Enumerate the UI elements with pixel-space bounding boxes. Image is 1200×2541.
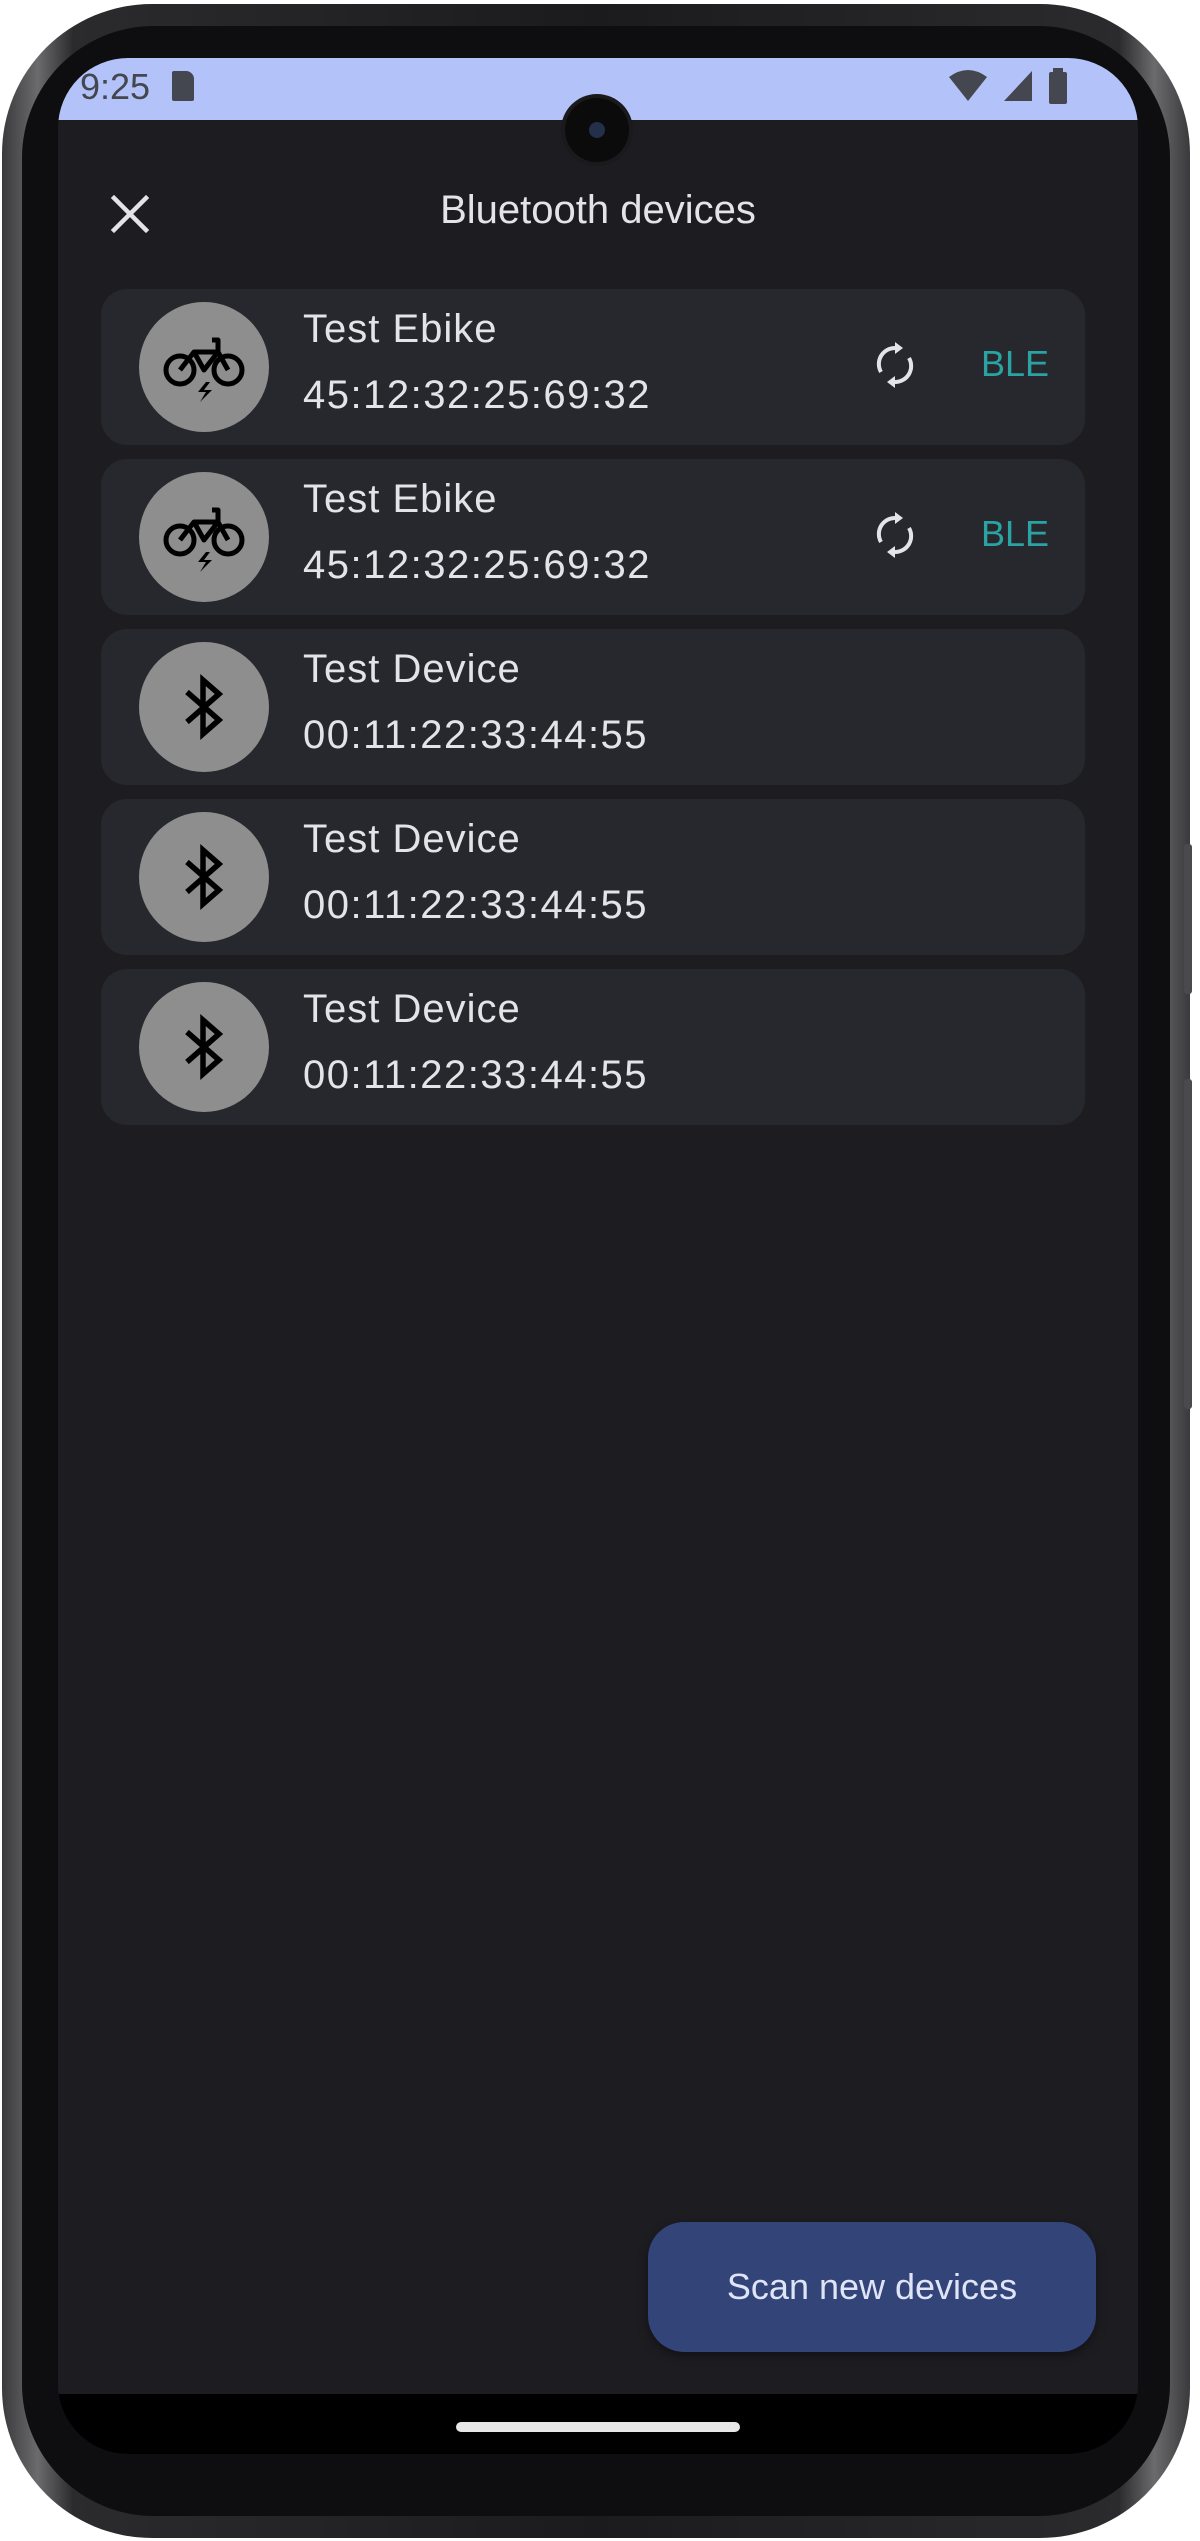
device-item[interactable]: Test Ebike 45:12:32:25:69:32 BLE bbox=[101, 289, 1085, 445]
device-avatar bbox=[139, 982, 269, 1112]
device-item[interactable]: Test Device 00:11:22:33:44:55 bbox=[101, 969, 1085, 1125]
device-list: Test Ebike 45:12:32:25:69:32 BLE Test Eb… bbox=[101, 289, 1085, 1139]
device-avatar bbox=[139, 472, 269, 602]
device-item[interactable]: Test Device 00:11:22:33:44:55 bbox=[101, 799, 1085, 955]
device-address: 45:12:32:25:69:32 bbox=[303, 373, 652, 417]
ebike-icon bbox=[163, 337, 245, 402]
sync-button[interactable] bbox=[865, 505, 925, 565]
device-name: Test Ebike bbox=[303, 477, 498, 521]
bluetooth-icon bbox=[185, 843, 224, 911]
device-item[interactable]: Test Ebike 45:12:32:25:69:32 BLE bbox=[101, 459, 1085, 615]
ebike-icon bbox=[163, 507, 245, 572]
battery-icon bbox=[1049, 68, 1067, 104]
sync-icon bbox=[876, 512, 914, 558]
volume-button bbox=[1184, 1079, 1192, 1409]
bluetooth-icon bbox=[185, 673, 224, 741]
device-name: Test Device bbox=[303, 817, 521, 861]
navigation-bar bbox=[58, 2394, 1138, 2454]
sync-icon bbox=[876, 342, 914, 388]
device-item[interactable]: Test Device 00:11:22:33:44:55 bbox=[101, 629, 1085, 785]
device-address: 00:11:22:33:44:55 bbox=[303, 1053, 649, 1097]
bluetooth-icon bbox=[185, 1013, 224, 1081]
app-bar: Bluetooth devices bbox=[58, 158, 1138, 268]
power-button bbox=[1184, 844, 1192, 994]
device-address: 00:11:22:33:44:55 bbox=[303, 713, 649, 757]
device-avatar bbox=[139, 812, 269, 942]
front-camera bbox=[565, 98, 629, 162]
scan-new-devices-button[interactable]: Scan new devices bbox=[648, 2222, 1096, 2352]
device-address: 45:12:32:25:69:32 bbox=[303, 543, 652, 587]
device-avatar bbox=[139, 302, 269, 432]
device-address: 00:11:22:33:44:55 bbox=[303, 883, 649, 927]
home-gesture-handle[interactable] bbox=[456, 2422, 740, 2432]
device-name: Test Device bbox=[303, 987, 521, 1031]
sync-button[interactable] bbox=[865, 335, 925, 395]
device-avatar bbox=[139, 642, 269, 772]
status-icons bbox=[948, 68, 1068, 104]
sd-card-icon bbox=[172, 71, 194, 101]
ble-badge: BLE bbox=[981, 513, 1050, 554]
device-frame: 9:25 Bluetooth devices Test Ebike 45:12:… bbox=[0, 0, 1200, 2541]
cellular-signal-icon bbox=[1004, 71, 1032, 101]
status-time: 9:25 bbox=[80, 66, 151, 107]
wifi-icon bbox=[949, 70, 987, 101]
device-name: Test Device bbox=[303, 647, 521, 691]
page-title: Bluetooth devices bbox=[440, 188, 756, 232]
ble-badge: BLE bbox=[981, 343, 1050, 384]
device-name: Test Ebike bbox=[303, 307, 498, 351]
screen: 9:25 Bluetooth devices Test Ebike 45:12:… bbox=[58, 58, 1138, 2454]
